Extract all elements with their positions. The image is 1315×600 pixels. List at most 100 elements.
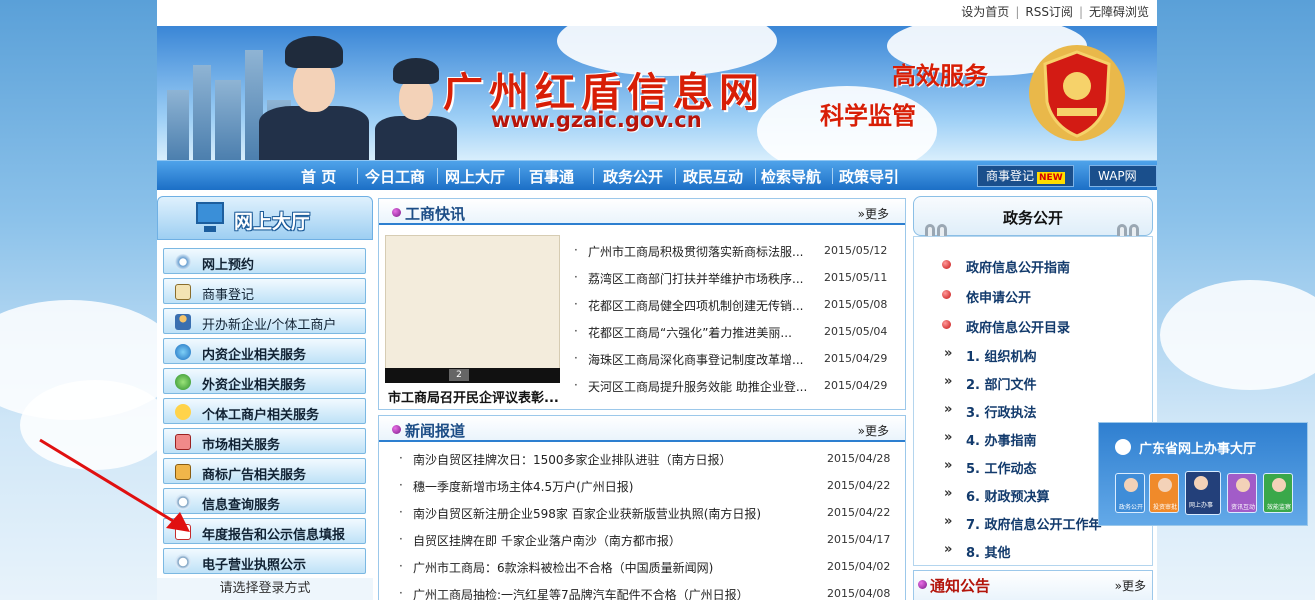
business-registration-button[interactable]: 商事登记 NEW xyxy=(977,165,1074,187)
service-label: 外资企业相关服务 xyxy=(202,378,307,393)
catalog-item-annual-report[interactable]: » 7. 政府信息公开工作年 xyxy=(944,514,1102,533)
list-dot: · xyxy=(399,451,403,465)
photo-slide-index[interactable]: 2 xyxy=(449,369,469,381)
shop-icon xyxy=(175,434,191,450)
service-new-enterprise[interactable]: 开办新企业/个体工商户 xyxy=(163,308,366,334)
wap-site-button[interactable]: WAP网站 xyxy=(1089,165,1157,203)
service-business-registration[interactable]: 商事登记 xyxy=(163,278,366,304)
set-homepage-link[interactable]: 设为首页 xyxy=(961,5,1009,19)
catalog-item-organization[interactable]: » 1. 组织机构 xyxy=(944,346,1037,365)
login-method-prompt: 请选择登录方式 xyxy=(157,578,373,600)
catalog-item-label: 1. 组织机构 xyxy=(966,350,1037,365)
gov-info-guide-link[interactable]: 政府信息公开指南 xyxy=(942,257,1070,276)
avatar-head xyxy=(1158,478,1172,492)
service-market[interactable]: 市场相关服务 xyxy=(163,428,366,454)
news-date: 2015/05/08 xyxy=(824,298,888,311)
skyline-building xyxy=(167,90,189,160)
info-interaction-icon[interactable]: 资讯互动 xyxy=(1227,473,1257,513)
officer-male xyxy=(259,26,369,160)
service-label: 电子营业执照公示 xyxy=(202,558,307,573)
catalog-item-budget[interactable]: » 6. 财政预决算 xyxy=(944,486,1050,505)
service-trademark-advertising[interactable]: 商标广告相关服务 xyxy=(163,458,366,484)
catalog-item-news[interactable]: » 5. 工作动态 xyxy=(944,458,1037,477)
news-flash-more-link[interactable]: »更多 xyxy=(858,205,889,222)
magnifier-icon xyxy=(175,494,191,510)
online-hall-title: 网上大厅 xyxy=(234,211,311,233)
list-dot: · xyxy=(399,586,403,600)
service-online-appointment[interactable]: 网上预约 xyxy=(163,248,366,274)
service-info-query[interactable]: 信息查询服务 xyxy=(163,488,366,514)
service-individual-business[interactable]: 个体工商户相关服务 xyxy=(163,398,366,424)
photo-slider-bar xyxy=(385,368,560,383)
news-date: 2015/04/28 xyxy=(827,452,891,465)
accessibility-link[interactable]: 无障碍浏览 xyxy=(1089,5,1149,19)
notice-more-link[interactable]: »更多 xyxy=(1115,577,1146,594)
list-dot: · xyxy=(574,324,578,338)
nav-gov-affairs[interactable]: 政务公开 xyxy=(603,166,663,187)
widget-icon-label: 资讯互动 xyxy=(1230,504,1255,511)
magnifier-icon xyxy=(175,554,191,570)
gov-affairs-icon[interactable]: 政务公开 xyxy=(1115,473,1145,513)
nav-home[interactable]: 首 页 xyxy=(301,166,336,187)
clipboard-icon xyxy=(175,284,191,300)
efficiency-supervision-icon[interactable]: 效能监察 xyxy=(1263,473,1293,513)
gov-item-label: 依申请公开 xyxy=(966,291,1032,306)
news-date: 2015/04/02 xyxy=(827,560,891,573)
red-shield-emblem-icon xyxy=(1029,45,1125,141)
service-e-business-license[interactable]: 电子营业执照公示 xyxy=(163,548,366,574)
nav-today-commerce[interactable]: 今日工商 xyxy=(365,166,425,187)
gov-item-label: 政府信息公开目录 xyxy=(966,321,1071,336)
purple-bullet-icon xyxy=(918,580,927,589)
catalog-item-documents[interactable]: » 2. 部门文件 xyxy=(944,374,1037,393)
news-title: 花都区工商局“六强化”着力推进美丽... xyxy=(588,326,792,340)
page-container: 设为首页 | RSS订阅 | 无障碍浏览 广州红盾信息网 www.gzaic.gov.c… xyxy=(157,0,1157,600)
red-bullet-icon xyxy=(942,320,951,329)
guangdong-online-hall-widget[interactable]: 广东省网上办事大厅 政务公开 投资审批 网上办事 资讯互动 效能监察 xyxy=(1098,422,1308,526)
site-banner: 广州红盾信息网 www.gzaic.gov.cn 高效服务 科学监管 xyxy=(157,26,1157,160)
apply-disclosure-link[interactable]: 依申请公开 xyxy=(942,287,1032,306)
online-service-icon[interactable]: 网上办事 xyxy=(1185,471,1221,515)
news-date: 2015/04/17 xyxy=(827,533,891,546)
news-report-more-link[interactable]: »更多 xyxy=(858,422,889,439)
catalog-item-other[interactable]: » 8. 其他 xyxy=(944,542,1011,561)
avatar-head xyxy=(1194,476,1208,490)
nav-public-interaction[interactable]: 政民互动 xyxy=(683,166,743,187)
person-icon xyxy=(175,314,191,330)
catalog-item-enforcement[interactable]: » 3. 行政执法 xyxy=(944,402,1037,421)
service-domestic-enterprise[interactable]: 内资企业相关服务 xyxy=(163,338,366,364)
nav-policy-guide[interactable]: 政策导引 xyxy=(839,166,899,187)
catalog-item-label: 8. 其他 xyxy=(966,546,1011,561)
widget-icon-label: 效能监察 xyxy=(1266,504,1291,511)
news-title: 海珠区工商局深化商事登记制度改革增... xyxy=(588,353,804,367)
nav-baishitong[interactable]: 百事通 xyxy=(529,166,574,187)
news-title: 广州市工商局：6款涂料被检出不合格（中国质量新闻网) xyxy=(413,561,714,575)
news-date: 2015/04/22 xyxy=(827,479,891,492)
news-title: 穗一季度新增市场主体4.5万户(广州日报) xyxy=(413,480,634,494)
service-foreign-enterprise[interactable]: 外资企业相关服务 xyxy=(163,368,366,394)
news-photo[interactable] xyxy=(385,235,560,383)
nav-search-guide[interactable]: 检索导航 xyxy=(761,166,821,187)
news-date: 2015/05/12 xyxy=(824,244,888,257)
gov-info-catalog-link[interactable]: 政府信息公开目录 xyxy=(942,317,1071,336)
double-chevron-icon: » xyxy=(944,514,953,529)
nav-online-hall[interactable]: 网上大厅 xyxy=(445,166,505,187)
widget-icon-label: 网上办事 xyxy=(1188,502,1213,509)
list-dot: · xyxy=(574,351,578,365)
list-dot: · xyxy=(574,378,578,392)
news-date: 2015/04/29 xyxy=(824,352,888,365)
rss-link[interactable]: RSS订阅 xyxy=(1025,5,1073,19)
background-cloud xyxy=(1160,280,1315,390)
photo-caption[interactable]: 市工商局召开民企评议表彰... xyxy=(388,387,559,406)
service-label: 市场相关服务 xyxy=(202,438,281,453)
investment-approval-icon[interactable]: 投资审批 xyxy=(1149,473,1179,513)
list-dot: · xyxy=(574,243,578,257)
service-annual-report[interactable]: 年度报告和公示信息填报 xyxy=(163,518,366,544)
catalog-item-guide[interactable]: » 4. 办事指南 xyxy=(944,430,1037,449)
news-title: 南沙自贸区挂牌次日：1500多家企业排队进驻（南方日报） xyxy=(413,453,732,467)
service-label: 年度报告和公示信息填报 xyxy=(202,528,346,543)
news-title: 荔湾区工商部门打扶并举维护市场秩序... xyxy=(588,272,804,286)
news-date: 2015/05/11 xyxy=(824,271,888,284)
news-date: 2015/04/22 xyxy=(827,506,891,519)
double-chevron-icon: » xyxy=(944,402,953,417)
news-title: 自贸区挂牌在即 千家企业落户南沙（南方都市报） xyxy=(413,534,681,548)
